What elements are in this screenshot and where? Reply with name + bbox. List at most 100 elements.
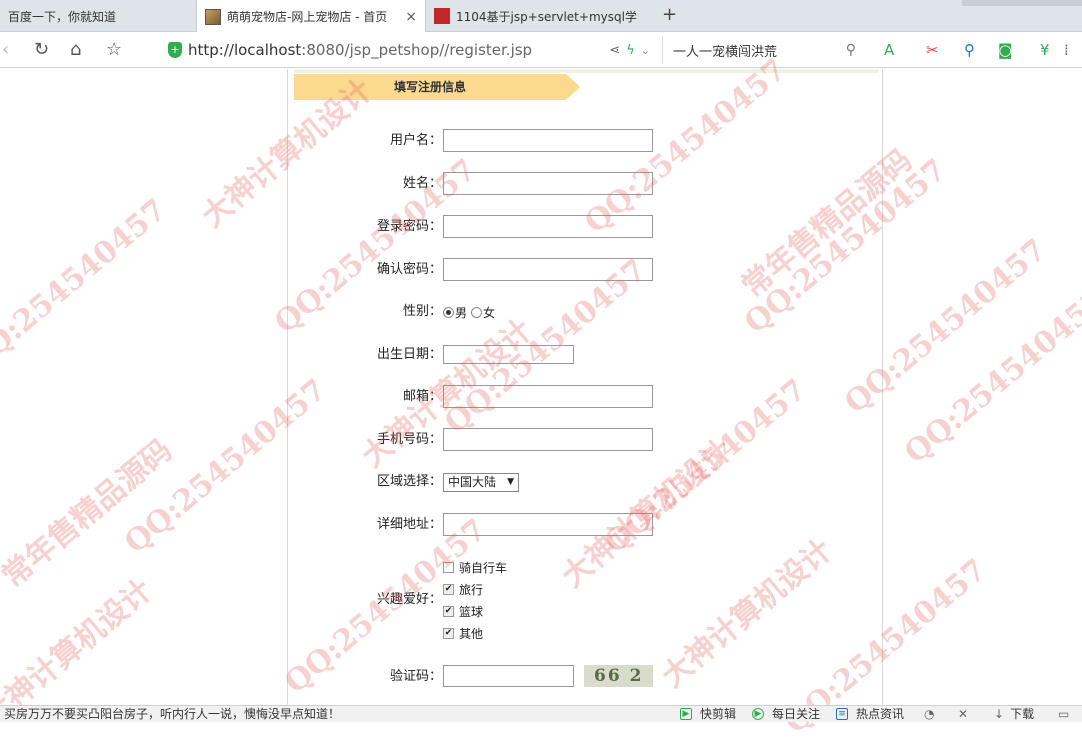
window-icon[interactable]: ▭ <box>1058 706 1069 722</box>
dropdown-arrow-icon: ▼ <box>507 477 514 487</box>
menu-icon[interactable]: ⁞ <box>1064 41 1069 59</box>
address-input[interactable] <box>443 513 653 536</box>
region-label: 区域选择： <box>376 474 442 489</box>
step-fill-info: 填写注册信息 <box>294 74 566 100</box>
gender-female-label: 女 <box>483 306 496 320</box>
url-text[interactable]: http://localhost:8080/jsp_petshop//regis… <box>188 41 532 59</box>
tab-strip-scroll <box>962 0 1082 6</box>
row-gender: 性别： 男 女 <box>288 300 884 324</box>
watermark-text: 常年售精品源码 <box>0 432 179 595</box>
hobby-checkbox[interactable]: ✔ <box>443 583 454 595</box>
tab-petshop[interactable]: 萌萌宠物店-网上宠物店 - 首页 × <box>196 0 426 33</box>
captcha-label: 验证码： <box>389 669 442 684</box>
address-bar[interactable]: + http://localhost:8080/jsp_petshop//reg… <box>160 36 660 64</box>
captcha-input[interactable] <box>443 665 574 687</box>
phone-label: 手机号码： <box>376 432 442 447</box>
favicon-icon <box>205 8 221 25</box>
hobby-item[interactable]: 骑自行车 <box>443 556 507 578</box>
shield-icon: + <box>168 42 182 58</box>
status-item[interactable]: ▶ 快剪辑 <box>680 706 736 722</box>
hobby-label-text: 其他 <box>459 626 484 641</box>
follow-icon: ▶ <box>752 708 764 720</box>
new-tab-button[interactable]: + <box>662 4 677 25</box>
confirm-password-input[interactable] <box>443 258 653 281</box>
step-success: 注册成功 <box>566 74 878 100</box>
tab-project[interactable]: 1104基于jsp+servlet+mysql学 <box>426 0 654 32</box>
back-arrow-icon[interactable]: ‹ <box>2 40 9 60</box>
search-input[interactable]: 一人一宠横闯洪荒 <box>673 41 777 60</box>
phone-input[interactable] <box>443 428 653 451</box>
hobby-list: 骑自行车 ✔ 旅行 ✔ 篮球 ✔ 其他 <box>443 556 507 644</box>
birth-label: 出生日期： <box>376 347 442 362</box>
gender-male-label: 男 <box>455 306 468 320</box>
birth-date-input[interactable] <box>443 345 574 364</box>
close-tab-icon[interactable]: × <box>405 9 417 25</box>
speed-icon[interactable]: ◔ <box>924 706 934 722</box>
hobby-label: 兴趣爱好： <box>376 592 442 607</box>
news-ticker[interactable]: 买房万万不要买凸阳台房子，听内行人一说，懊悔没早点知道！ <box>4 706 340 722</box>
tab-title: 百度一下，你就知道 <box>8 9 117 24</box>
yuan-shield-icon[interactable]: ¥ <box>1040 41 1050 59</box>
email-input[interactable] <box>443 385 653 408</box>
url-path: :8080/jsp_petshop//register.jsp <box>301 41 533 59</box>
name-input[interactable] <box>443 172 653 195</box>
reload-icon[interactable]: ↻ <box>34 40 49 60</box>
region-select[interactable]: 中国大陆 ▼ <box>443 473 519 492</box>
favicon-icon <box>434 8 450 24</box>
search-icon[interactable]: ⚲ <box>846 42 856 58</box>
hobby-checkbox[interactable]: ✔ <box>443 627 454 639</box>
hobby-item[interactable]: ✔ 其他 <box>443 622 507 644</box>
steps-divider <box>294 69 878 73</box>
row-phone: 手机号码： <box>288 428 884 452</box>
magnifier-icon[interactable]: ⚲ <box>964 41 975 59</box>
clip-icon: ▶ <box>680 708 692 720</box>
translate-icon[interactable]: A <box>884 41 894 59</box>
gender-male-radio[interactable] <box>443 307 454 318</box>
confirm-password-label: 确认密码： <box>376 262 442 277</box>
row-region: 区域选择： 中国大陆 ▼ <box>288 470 884 494</box>
row-password: 登录密码： <box>288 215 884 239</box>
share-icon[interactable]: ⋖ <box>609 43 620 58</box>
star-icon[interactable]: ☆ <box>106 40 122 60</box>
tab-title: 萌萌宠物店-网上宠物店 - 首页 <box>227 10 388 24</box>
home-icon[interactable]: ⌂ <box>70 40 81 60</box>
gamepad-icon[interactable]: ◙ <box>998 41 1013 59</box>
gender-female-radio[interactable] <box>471 307 483 318</box>
tab-title: 1104基于jsp+servlet+mysql学 <box>456 9 637 24</box>
username-input[interactable] <box>443 129 653 152</box>
status-item[interactable]: ▶ 每日关注 <box>752 706 820 722</box>
captcha-image[interactable]: 66 2 <box>584 665 653 687</box>
url-host: http://localhost <box>188 41 302 59</box>
step-arrow <box>566 74 580 100</box>
watermark-qq: QQ:254540457 <box>898 282 1082 471</box>
hobby-item[interactable]: ✔ 篮球 <box>443 600 507 622</box>
chevron-down-icon[interactable]: ⌄ <box>641 44 650 57</box>
lightning-icon[interactable]: ϟ <box>626 43 635 58</box>
status-item[interactable]: ↓ 下载 <box>994 706 1034 722</box>
scissors-icon[interactable]: ✂ <box>926 41 939 59</box>
watermark-qq: QQ:254540457 <box>0 192 174 381</box>
tab-bar: 百度一下，你就知道 萌萌宠物店-网上宠物店 - 首页 × 1104基于jsp+s… <box>0 0 1082 33</box>
row-name: 姓名： <box>288 172 884 196</box>
password-input[interactable] <box>443 215 653 238</box>
username-label: 用户名： <box>389 133 442 148</box>
register-steps: 注册成功 填写注册信息 <box>294 74 878 100</box>
row-address: 详细地址： <box>288 513 884 537</box>
address-label: 详细地址： <box>376 517 442 532</box>
hobby-item[interactable]: ✔ 旅行 <box>443 578 507 600</box>
email-label: 邮箱： <box>402 389 442 404</box>
hobby-checkbox[interactable]: ✔ <box>443 605 454 617</box>
status-item[interactable]: ≡ 热点资讯 <box>836 706 904 722</box>
row-hobby: 兴趣爱好： 骑自行车 ✔ 旅行 ✔ 篮球 ✔ 其他 <box>288 556 884 644</box>
hobby-checkbox[interactable] <box>443 561 454 573</box>
region-value: 中国大陆 <box>448 475 497 489</box>
tab-baidu[interactable]: 百度一下，你就知道 <box>0 0 196 32</box>
news-icon: ≡ <box>836 708 848 720</box>
row-confirm: 确认密码： <box>288 258 884 282</box>
toolbar: ‹ ↻ ⌂ ☆ + http://localhost:8080/jsp_pets… <box>0 32 1082 68</box>
password-label: 登录密码： <box>376 219 442 234</box>
tools-icon[interactable]: ✕ <box>958 706 968 722</box>
hobby-label-text: 篮球 <box>459 604 484 619</box>
search-box[interactable]: 一人一宠横闯洪荒 ⚲ <box>662 36 862 64</box>
status-bar: 买房万万不要买凸阳台房子，听内行人一说，懊悔没早点知道！ ▶ 快剪辑 ▶ 每日关注 … <box>0 705 1082 722</box>
